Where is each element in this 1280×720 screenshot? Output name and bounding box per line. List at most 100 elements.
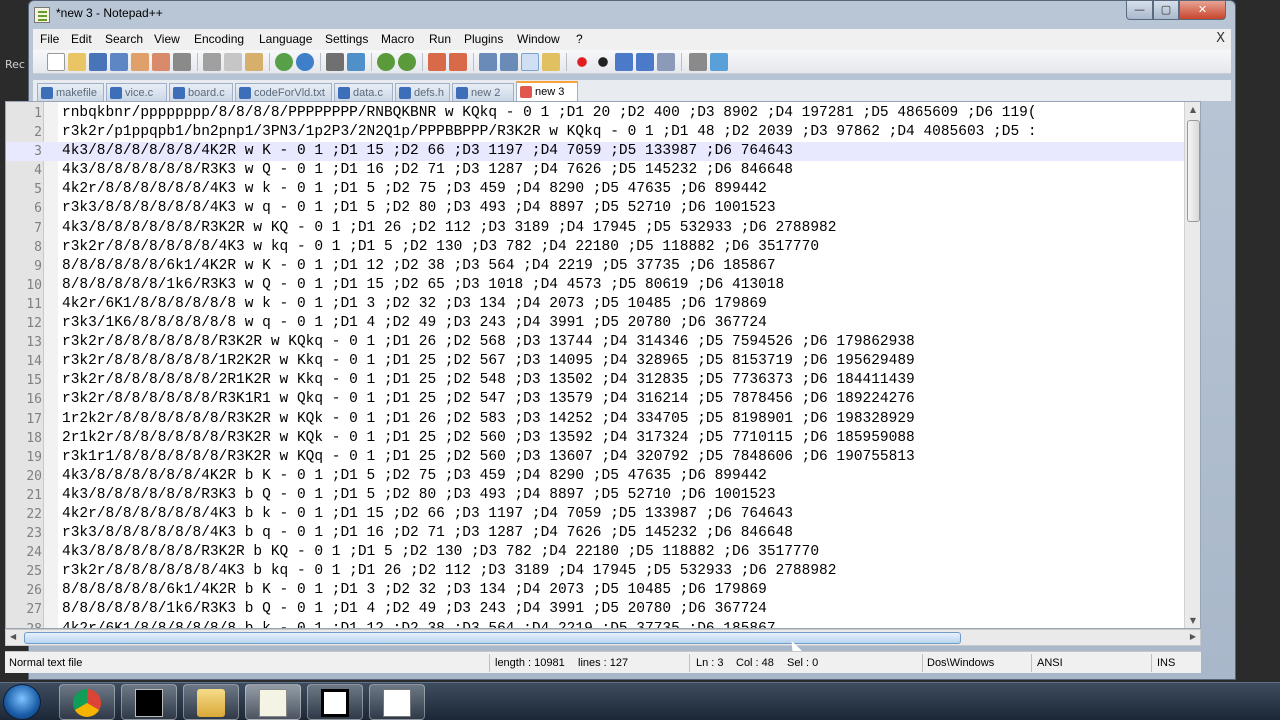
editor-line[interactable]: 23 r3k3/8/8/8/8/8/8/4K3 b q - 0 1 ;D1 16 … [6,524,1184,543]
line-text[interactable]: 8/8/8/8/8/8/1k6/R3K3 b Q - 0 1 ;D1 4 ;D2… [62,600,767,619]
taskbar-cmd[interactable] [121,684,177,720]
sync-horizontal-icon[interactable] [449,53,467,71]
editor-line[interactable]: 24 4k3/8/8/8/8/8/8/R3K2R b KQ - 0 1 ;D1 5… [6,543,1184,562]
line-text[interactable]: r3k2r/8/8/8/8/8/8/2R1K2R w Kkq - 0 1 ;D1… [62,371,915,390]
line-text[interactable]: r3k2r/p1ppqpb1/bn2pnp1/3PN3/1p2P3/2N2Q1p… [62,123,1037,142]
editor-line[interactable]: 19 r3k1r1/8/8/8/8/8/8/R3K2R w KQq - 0 1 ;… [6,448,1184,467]
line-text[interactable]: r3k2r/8/8/8/8/8/8/R3K1R1 w Qkq - 0 1 ;D1… [62,390,915,409]
plugin-print-icon[interactable] [689,53,707,71]
zoom-in-icon[interactable] [377,53,395,71]
line-text[interactable]: 4k2r/6K1/8/8/8/8/8/8 b k - 0 1 ;D1 12 ;D… [62,620,776,628]
tab-makefile[interactable]: makefile [37,83,104,102]
vertical-scroll-thumb[interactable] [1187,120,1200,222]
editor-line[interactable]: 27 8/8/8/8/8/8/1k6/R3K3 b Q - 0 1 ;D1 4 ;… [6,600,1184,619]
editor-line[interactable]: 5 4k2r/8/8/8/8/8/8/4K3 w k - 0 1 ;D1 5 ;D… [6,180,1184,199]
taskbar-explorer[interactable] [183,684,239,720]
spell-check-icon[interactable] [710,53,728,71]
editor-line[interactable]: 9 8/8/8/8/8/8/6k1/4K2R w K - 0 1 ;D1 12 ;… [6,257,1184,276]
close-document-icon[interactable]: X [1216,31,1225,46]
editor-line[interactable]: 17 1r2k2r/8/8/8/8/8/8/R3K2R w KQk - 0 1 ;… [6,410,1184,429]
save-icon[interactable] [89,53,107,71]
menu-search[interactable]: Search [105,32,143,46]
run-macro-multiple-icon[interactable] [636,53,654,71]
menu-view[interactable]: View [154,32,180,46]
menu-macro[interactable]: Macro [381,32,414,46]
line-text[interactable]: r3k3/1K6/8/8/8/8/8/8 w q - 0 1 ;D1 4 ;D2… [62,314,767,333]
find-icon[interactable] [326,53,344,71]
line-text[interactable]: 8/8/8/8/8/8/6k1/4K2R b K - 0 1 ;D1 3 ;D2… [62,581,767,600]
notepadpp-app-icon[interactable] [34,7,50,23]
menu-window[interactable]: Window [517,32,560,46]
replace-icon[interactable] [347,53,365,71]
scroll-right-icon[interactable]: ▶ [1190,632,1196,641]
close-all-icon[interactable] [152,53,170,71]
editor-line[interactable]: 18 2r1k2r/8/8/8/8/8/8/R3K2R w KQk - 0 1 ;… [6,429,1184,448]
editor-line[interactable]: 12 r3k3/1K6/8/8/8/8/8/8 w q - 0 1 ;D1 4 ;… [6,314,1184,333]
maximize-button[interactable]: ▢ [1153,1,1179,20]
status-eol-format[interactable]: Dos\Windows [927,657,994,669]
line-text[interactable]: 4k3/8/8/8/8/8/8/R3K2R w KQ - 0 1 ;D1 26 … [62,219,836,238]
undo-icon[interactable] [275,53,293,71]
editor-line[interactable]: 11 4k2r/6K1/8/8/8/8/8/8 w k - 0 1 ;D1 3 ;… [6,295,1184,314]
line-text[interactable]: r3k2r/8/8/8/8/8/8/4K3 b kq - 0 1 ;D1 26 … [62,562,836,581]
word-wrap-icon[interactable] [479,53,497,71]
print-icon[interactable] [173,53,191,71]
line-text[interactable]: r3k1r1/8/8/8/8/8/8/R3K2R w KQq - 0 1 ;D1… [62,448,915,467]
taskbar-chrome[interactable] [59,684,115,720]
copy-icon[interactable] [224,53,242,71]
zoom-out-icon[interactable] [398,53,416,71]
editor-line[interactable]: 6 r3k3/8/8/8/8/8/8/4K3 w q - 0 1 ;D1 5 ;D… [6,199,1184,218]
play-macro-icon[interactable] [615,53,633,71]
start-button[interactable] [3,684,41,720]
horizontal-scroll-thumb[interactable] [24,632,961,644]
editor-line[interactable]: 3 4k3/8/8/8/8/8/8/4K2R w K - 0 1 ;D1 15 ;… [6,142,1184,162]
line-text[interactable]: 8/8/8/8/8/8/6k1/4K2R w K - 0 1 ;D1 12 ;D… [62,257,776,276]
redo-icon[interactable] [296,53,314,71]
editor-line[interactable]: 26 8/8/8/8/8/8/6k1/4K2R b K - 0 1 ;D1 3 ;… [6,581,1184,600]
line-text[interactable]: 2r1k2r/8/8/8/8/8/8/R3K2R w KQk - 0 1 ;D1… [62,429,915,448]
editor-line[interactable]: 28 4k2r/6K1/8/8/8/8/8/8 b k - 0 1 ;D1 12 … [6,620,1184,628]
line-text[interactable]: r3k2r/8/8/8/8/8/8/R3K2R w KQkq - 0 1 ;D1… [62,333,915,352]
menu-edit[interactable]: Edit [71,32,92,46]
scroll-up-icon[interactable]: ▲ [1188,105,1198,114]
status-encoding[interactable]: ANSI [1037,657,1063,669]
line-text[interactable]: r3k3/8/8/8/8/8/8/4K3 w q - 0 1 ;D1 5 ;D2… [62,199,776,218]
stop-macro-icon[interactable] [594,53,612,71]
editor-line[interactable]: 25 r3k2r/8/8/8/8/8/8/4K3 b kq - 0 1 ;D1 2… [6,562,1184,581]
editor-line[interactable]: 7 4k3/8/8/8/8/8/8/R3K2R w KQ - 0 1 ;D1 26… [6,219,1184,238]
tab-new-3[interactable]: new 3 [516,81,578,102]
editor-line[interactable]: 15 r3k2r/8/8/8/8/8/8/2R1K2R w Kkq - 0 1 ;… [6,371,1184,390]
status-insert-mode[interactable]: INS [1157,657,1175,669]
editor-line[interactable]: 1 rnbqkbnr/pppppppp/8/8/8/8/PPPPPPPP/RNBQ… [6,104,1184,123]
line-text[interactable]: 4k3/8/8/8/8/8/8/R3K3 b Q - 0 1 ;D1 5 ;D2… [62,486,776,505]
editor-line[interactable]: 4 4k3/8/8/8/8/8/8/R3K3 w Q - 0 1 ;D1 16 ;… [6,161,1184,180]
menu-help[interactable]: ? [576,32,583,46]
tab-data-c[interactable]: data.c [334,83,393,102]
line-text[interactable]: 4k3/8/8/8/8/8/8/R3K2R b KQ - 0 1 ;D1 5 ;… [62,543,819,562]
editor-line[interactable]: 14 r3k2r/8/8/8/8/8/8/1R2K2R w Kkq - 0 1 ;… [6,352,1184,371]
line-text[interactable]: r3k3/8/8/8/8/8/8/4K3 b q - 0 1 ;D1 16 ;D… [62,524,793,543]
tab-codeforvld-txt[interactable]: codeForVld.txt [235,83,332,102]
paste-icon[interactable] [245,53,263,71]
line-text[interactable]: rnbqkbnr/pppppppp/8/8/8/8/PPPPPPPP/RNBQK… [62,104,1037,123]
menu-run[interactable]: Run [429,32,451,46]
text-editor[interactable]: 1 rnbqkbnr/pppppppp/8/8/8/8/PPPPPPPP/RNBQ… [5,101,1201,629]
indent-guide-icon[interactable] [521,53,539,71]
tab-defs-h[interactable]: defs.h [395,83,450,102]
editor-line[interactable]: 20 4k3/8/8/8/8/8/8/4K2R b K - 0 1 ;D1 5 ;… [6,467,1184,486]
menu-plugins[interactable]: Plugins [464,32,503,46]
editor-line[interactable]: 8 r3k2r/8/8/8/8/8/8/4K3 w kq - 0 1 ;D1 5 … [6,238,1184,257]
menu-settings[interactable]: Settings [325,32,368,46]
tab-new-2[interactable]: new 2 [452,83,514,102]
save-macro-icon[interactable] [657,53,675,71]
line-text[interactable]: 8/8/8/8/8/8/1k6/R3K3 w Q - 0 1 ;D1 15 ;D… [62,276,784,295]
line-text[interactable]: r3k2r/8/8/8/8/8/8/1R2K2R w Kkq - 0 1 ;D1… [62,352,915,371]
record-macro-icon[interactable] [573,53,591,71]
line-text[interactable]: 4k3/8/8/8/8/8/8/R3K3 w Q - 0 1 ;D1 16 ;D… [62,161,793,180]
line-text[interactable]: 4k2r/8/8/8/8/8/8/4K3 w k - 0 1 ;D1 5 ;D2… [62,180,767,199]
title-bar[interactable]: *new 3 - Notepad++ — ▢ ✕ [29,1,1235,29]
editor-line[interactable]: 2 r3k2r/p1ppqpb1/bn2pnp1/3PN3/1p2P3/2N2Q1… [6,123,1184,142]
line-text[interactable]: r3k2r/8/8/8/8/8/8/4K3 w kq - 0 1 ;D1 5 ;… [62,238,819,257]
line-text[interactable]: 4k2r/6K1/8/8/8/8/8/8 w k - 0 1 ;D1 3 ;D2… [62,295,767,314]
cut-icon[interactable] [203,53,221,71]
